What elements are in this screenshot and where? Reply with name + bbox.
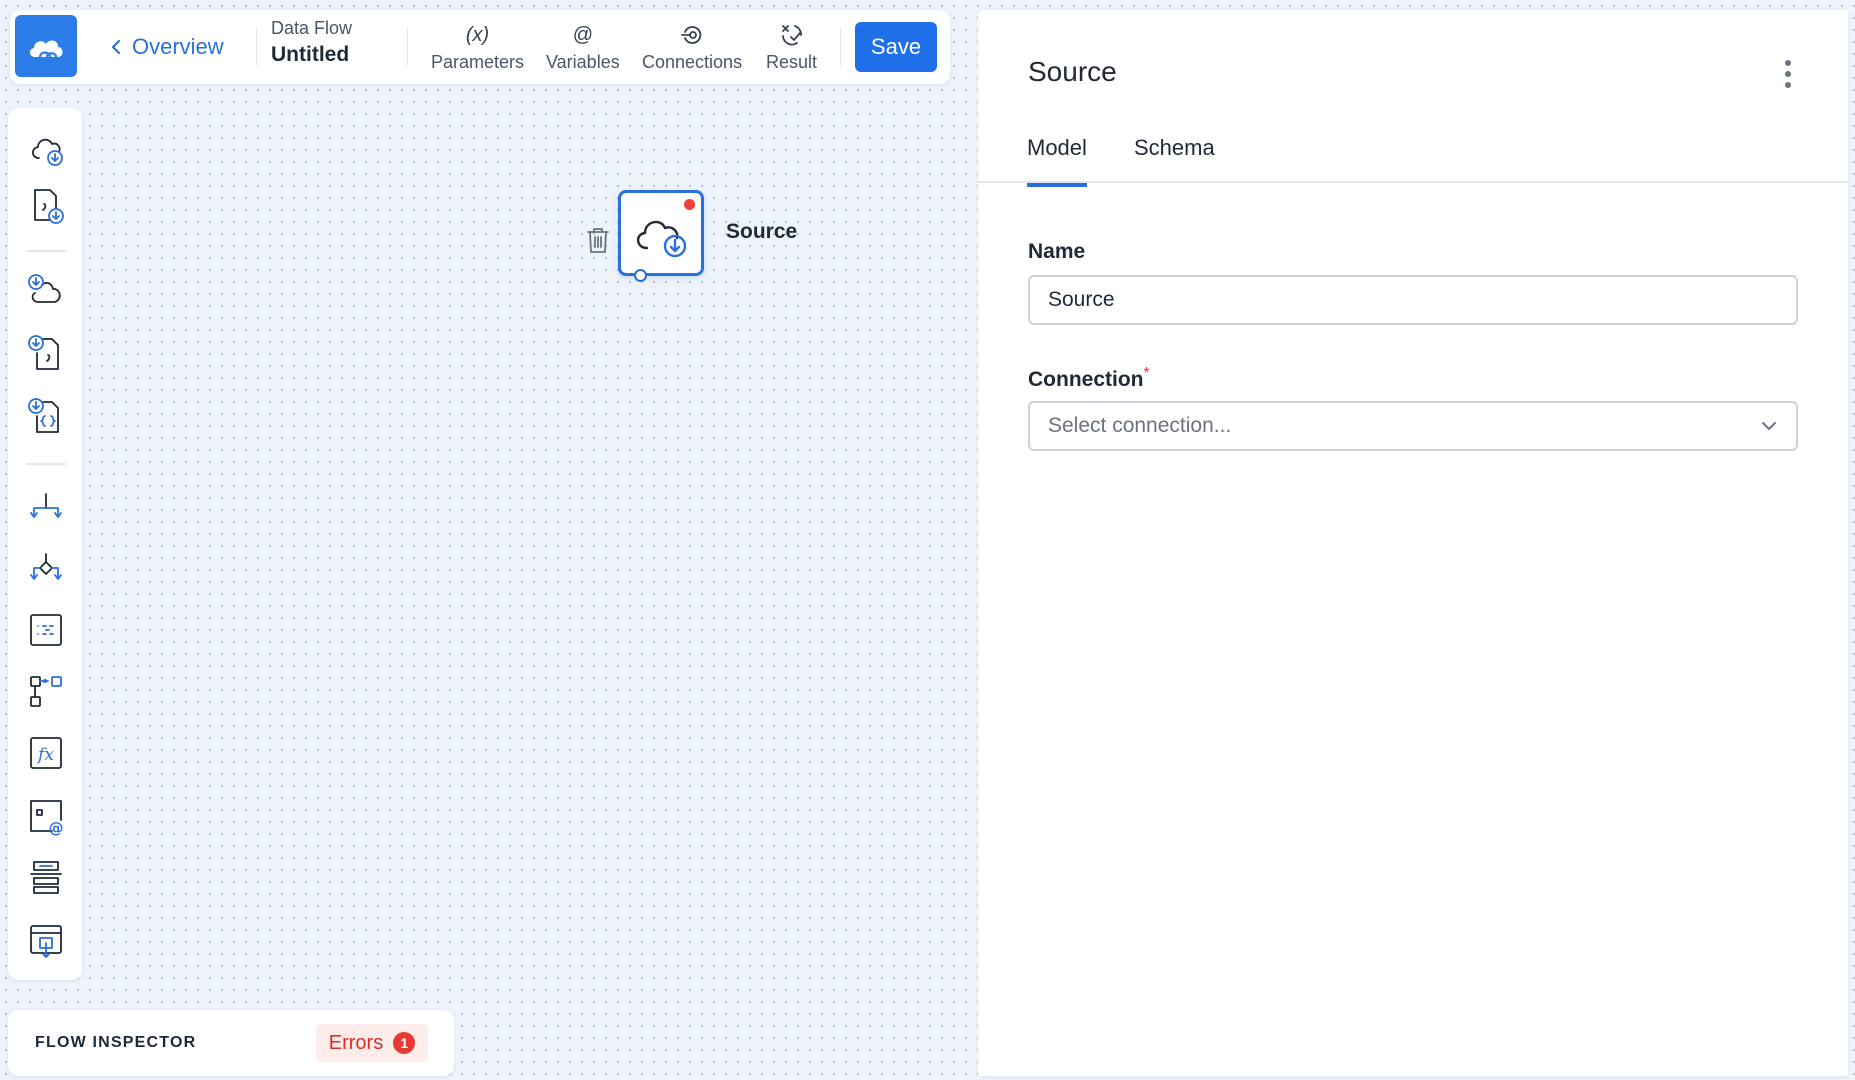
kebab-dot bbox=[1785, 82, 1791, 88]
extend-icon bbox=[30, 676, 62, 707]
connection-label: Connection* bbox=[1028, 365, 1150, 392]
connection-select[interactable]: Select connection... bbox=[1028, 401, 1798, 451]
connection-placeholder: Select connection... bbox=[1048, 414, 1232, 437]
json-import-icon bbox=[28, 398, 59, 433]
result-label: Result bbox=[766, 52, 818, 72]
inspector-title: FLOW INSPECTOR bbox=[35, 1034, 197, 1051]
name-input[interactable] bbox=[1028, 275, 1798, 325]
target-tool[interactable] bbox=[26, 921, 66, 961]
connections-icon bbox=[680, 22, 704, 48]
delete-node-button[interactable] bbox=[585, 225, 611, 255]
app-logo[interactable] bbox=[15, 15, 77, 77]
result-icon bbox=[779, 22, 805, 48]
cloud-download-icon bbox=[636, 220, 687, 258]
errors-button[interactable]: Errors 1 bbox=[316, 1024, 428, 1062]
conditional-split-icon bbox=[30, 553, 62, 580]
node-label: Source bbox=[726, 220, 798, 243]
chevron-down-icon bbox=[1762, 422, 1776, 430]
data-conversion-icon bbox=[30, 614, 62, 646]
svg-text:fx: fx bbox=[36, 745, 54, 765]
panel-title: Source bbox=[1028, 56, 1117, 87]
variables-label: Variables bbox=[546, 52, 620, 72]
top-bar: Overview Data Flow Untitled (x) Paramete… bbox=[10, 10, 950, 84]
toolbox-separator bbox=[26, 463, 66, 465]
table-tool[interactable] bbox=[26, 857, 66, 897]
flow-name[interactable]: Untitled bbox=[271, 43, 352, 67]
divider bbox=[256, 28, 257, 66]
tab-schema[interactable]: Schema bbox=[1134, 135, 1215, 183]
panel-tabs: Model Schema bbox=[978, 115, 1848, 187]
back-label: Overview bbox=[132, 34, 224, 59]
source-node[interactable] bbox=[618, 190, 704, 282]
variables-button[interactable]: @ Variables bbox=[546, 22, 620, 73]
cloud-logo-icon bbox=[29, 40, 63, 58]
table-stack-icon bbox=[30, 861, 62, 894]
parameters-icon: (x) bbox=[465, 23, 490, 46]
component-toolbox: fx @ bbox=[8, 108, 82, 980]
result-button[interactable]: Result bbox=[766, 22, 817, 73]
cloud-lookup-tool[interactable] bbox=[26, 271, 66, 311]
parameters-button[interactable]: (x) Parameters bbox=[431, 22, 524, 73]
required-indicator: * bbox=[1143, 365, 1150, 382]
variable-tool[interactable]: @ bbox=[26, 796, 66, 836]
extend-tool[interactable] bbox=[26, 671, 66, 711]
connection-label-text: Connection bbox=[1028, 368, 1144, 391]
parameters-label: Parameters bbox=[431, 52, 525, 72]
cloud-import-icon bbox=[28, 274, 61, 303]
data-conversion-tool[interactable] bbox=[26, 610, 66, 650]
csv-lookup-tool[interactable] bbox=[26, 333, 66, 373]
divider bbox=[840, 28, 841, 66]
file-download-icon bbox=[34, 189, 64, 224]
conditional-split-tool[interactable] bbox=[26, 548, 66, 588]
errors-label: Errors bbox=[328, 1031, 384, 1054]
json-lookup-tool[interactable] bbox=[26, 396, 66, 436]
flow-type: Data Flow bbox=[271, 18, 353, 38]
variable-at-icon: @ bbox=[30, 800, 64, 836]
split-icon bbox=[30, 493, 62, 518]
csv-source-tool[interactable] bbox=[26, 186, 66, 226]
connections-button[interactable]: Connections bbox=[642, 22, 742, 73]
tab-model[interactable]: Model bbox=[1027, 135, 1087, 187]
toolbox-separator bbox=[26, 250, 66, 252]
trash-icon bbox=[587, 228, 609, 253]
back-to-overview-link[interactable]: Overview bbox=[110, 32, 224, 62]
name-label: Name bbox=[1028, 240, 1086, 263]
flow-title: Data Flow Untitled bbox=[271, 18, 352, 67]
kebab-dot bbox=[1785, 60, 1791, 66]
cloud-download-icon bbox=[31, 138, 63, 166]
node-error-indicator bbox=[684, 199, 695, 210]
function-fx-icon: fx bbox=[30, 737, 62, 769]
svg-text:@: @ bbox=[49, 819, 64, 836]
expression-tool[interactable]: fx bbox=[26, 733, 66, 773]
node-output-port[interactable] bbox=[634, 269, 647, 282]
divider bbox=[407, 28, 408, 66]
save-button[interactable]: Save bbox=[855, 22, 937, 72]
file-import-icon bbox=[28, 335, 59, 370]
more-options-button[interactable] bbox=[1782, 58, 1794, 90]
target-import-icon bbox=[30, 925, 62, 958]
chevron-left-icon bbox=[111, 39, 121, 55]
variables-icon: @ bbox=[572, 23, 594, 46]
split-tool[interactable] bbox=[26, 486, 66, 526]
cloud-source-tool[interactable] bbox=[26, 128, 66, 168]
kebab-dot bbox=[1785, 71, 1791, 77]
errors-count-badge: 1 bbox=[393, 1032, 416, 1054]
flow-inspector: FLOW INSPECTOR Errors 1 bbox=[8, 1010, 454, 1076]
connections-label: Connections bbox=[642, 52, 743, 72]
properties-panel: Source Model Schema Name Connection* Sel… bbox=[978, 10, 1848, 1076]
